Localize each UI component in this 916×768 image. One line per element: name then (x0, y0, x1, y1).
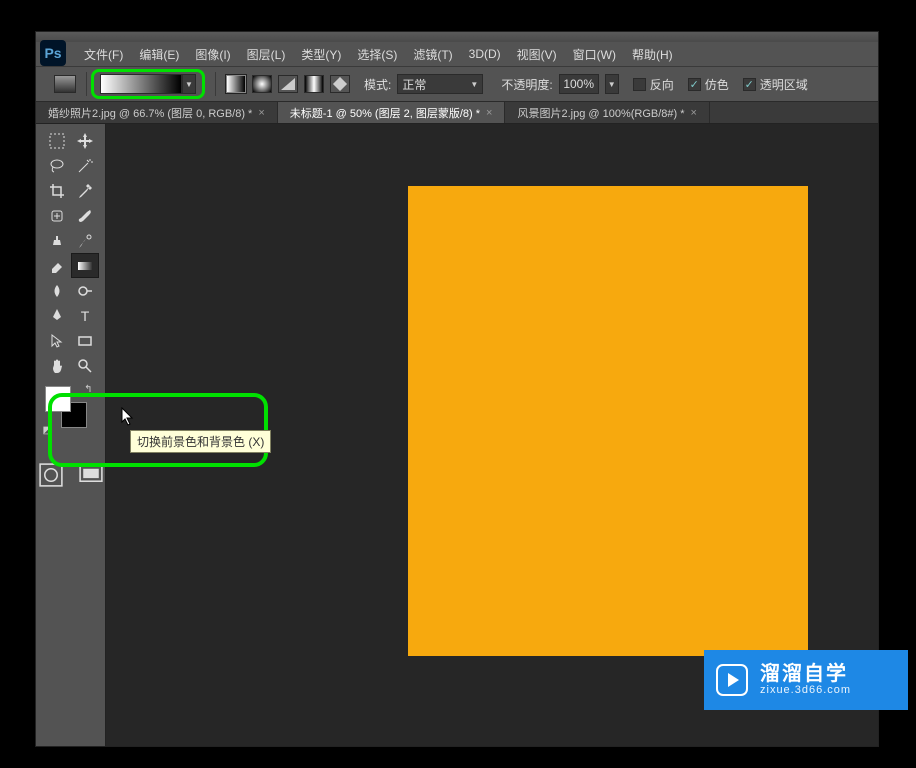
dodge-tool[interactable] (71, 278, 99, 303)
menu-type[interactable]: 类型(Y) (293, 43, 349, 66)
document-tab[interactable]: 未标题-1 @ 50% (图层 2, 图层蒙版/8) * × (278, 102, 506, 123)
gradient-type-diamond[interactable] (330, 75, 350, 93)
opacity-dropdown[interactable]: ▼ (605, 74, 619, 94)
tool-preset-icon[interactable] (54, 75, 76, 93)
lasso-tool[interactable] (43, 153, 71, 178)
tab-label: 风景图片2.jpg @ 100%(RGB/8#) * (517, 105, 684, 121)
title-bar (36, 32, 878, 42)
chevron-down-icon: ▼ (470, 80, 478, 89)
eraser-tool[interactable] (43, 253, 71, 278)
menu-bar: Ps 文件(F) 编辑(E) 图像(I) 图层(L) 类型(Y) 选择(S) 滤… (36, 42, 878, 66)
brush-tool[interactable] (71, 203, 99, 228)
marquee-tool[interactable] (43, 128, 71, 153)
tab-label: 婚纱照片2.jpg @ 66.7% (图层 0, RGB/8) * (48, 105, 252, 121)
menu-view[interactable]: 视图(V) (509, 43, 565, 66)
checkbox-icon (688, 78, 701, 91)
checkbox-icon (743, 78, 756, 91)
document-tab[interactable]: 婚纱照片2.jpg @ 66.7% (图层 0, RGB/8) * × (36, 102, 278, 123)
mode-label: 模式: (364, 76, 391, 93)
watermark-text: 溜溜自学 zixue.3d66.com (760, 664, 851, 696)
reverse-label: 反向 (650, 76, 674, 93)
crop-tool[interactable] (43, 178, 71, 203)
gradient-type-reflected[interactable] (304, 75, 324, 93)
transparency-label: 透明区域 (760, 76, 808, 93)
gradient-dropdown[interactable]: ▼ (182, 74, 196, 94)
tab-label: 未标题-1 @ 50% (图层 2, 图层蒙版/8) * (290, 105, 480, 121)
transparency-check[interactable]: 透明区域 (743, 76, 808, 93)
menu-layer[interactable]: 图层(L) (239, 43, 294, 66)
tooltip: 切换前景色和背景色 (X) (130, 430, 271, 453)
type-tool[interactable]: T (71, 303, 99, 328)
mode-value: 正常 (402, 76, 426, 93)
zoom-tool[interactable] (71, 353, 99, 378)
gradient-type-angle[interactable] (278, 75, 298, 93)
gradient-tool[interactable] (71, 253, 99, 278)
cursor-icon (121, 407, 137, 432)
dither-label: 仿色 (705, 76, 729, 93)
dither-check[interactable]: 仿色 (688, 76, 729, 93)
gradient-type-linear[interactable] (226, 75, 246, 93)
pen-tool[interactable] (43, 303, 71, 328)
opacity-label: 不透明度: (501, 76, 552, 93)
photoshop-window: Ps 文件(F) 编辑(E) 图像(I) 图层(L) 类型(Y) 选择(S) 滤… (35, 31, 879, 747)
screen-mode-icon[interactable] (77, 462, 105, 487)
menu-edit[interactable]: 编辑(E) (131, 43, 187, 66)
tool-panel: T ↰ ◩ (36, 124, 106, 746)
watermark-brand: 溜溜自学 (760, 664, 851, 684)
eyedropper-tool[interactable] (71, 178, 99, 203)
canvas[interactable] (408, 186, 808, 656)
menu-help[interactable]: 帮助(H) (624, 43, 681, 66)
opacity-input[interactable]: 100% (559, 74, 599, 94)
mode-select[interactable]: 正常 ▼ (397, 74, 483, 94)
hand-tool[interactable] (43, 353, 71, 378)
menu-3d[interactable]: 3D(D) (461, 44, 509, 64)
close-icon[interactable]: × (258, 107, 264, 119)
healing-brush-tool[interactable] (43, 203, 71, 228)
ps-logo: Ps (40, 40, 66, 66)
move-tool[interactable] (71, 128, 99, 153)
menu-file[interactable]: 文件(F) (76, 43, 131, 66)
history-brush-tool[interactable] (71, 228, 99, 253)
foreground-color[interactable] (45, 386, 71, 412)
reverse-check[interactable]: 反向 (633, 76, 674, 93)
magic-wand-tool[interactable] (71, 153, 99, 178)
close-icon[interactable]: × (691, 107, 697, 119)
close-icon[interactable]: × (486, 107, 492, 119)
separator (86, 72, 87, 96)
menu-filter[interactable]: 滤镜(T) (405, 43, 460, 66)
rectangle-tool[interactable] (71, 328, 99, 353)
clone-stamp-tool[interactable] (43, 228, 71, 253)
blur-tool[interactable] (43, 278, 71, 303)
path-selection-tool[interactable] (43, 328, 71, 353)
document-tabs: 婚纱照片2.jpg @ 66.7% (图层 0, RGB/8) * × 未标题-1… (36, 102, 878, 124)
menu-select[interactable]: 选择(S) (349, 43, 405, 66)
gradient-picker-highlight: ▼ (91, 69, 205, 99)
options-bar: ▼ 模式: 正常 ▼ 不透明度: 100% ▼ 反向 仿色 透明区域 (36, 66, 878, 102)
watermark: 溜溜自学 zixue.3d66.com (704, 650, 908, 710)
menu-image[interactable]: 图像(I) (187, 43, 238, 66)
play-icon (716, 664, 748, 696)
tool-grid: T (43, 128, 99, 378)
watermark-url: zixue.3d66.com (760, 684, 851, 696)
gradient-preview[interactable] (100, 74, 182, 94)
color-swatches: ↰ ◩ (43, 384, 99, 440)
document-tab[interactable]: 风景图片2.jpg @ 100%(RGB/8#) * × (505, 102, 710, 123)
separator (215, 72, 216, 96)
checkbox-icon (633, 78, 646, 91)
swap-colors-icon[interactable]: ↰ (84, 384, 92, 395)
quick-mask-icon[interactable] (37, 462, 65, 487)
default-colors-icon[interactable]: ◩ (43, 425, 52, 436)
gradient-type-radial[interactable] (252, 75, 272, 93)
menu-window[interactable]: 窗口(W) (565, 43, 624, 66)
svg-text:T: T (80, 308, 89, 324)
